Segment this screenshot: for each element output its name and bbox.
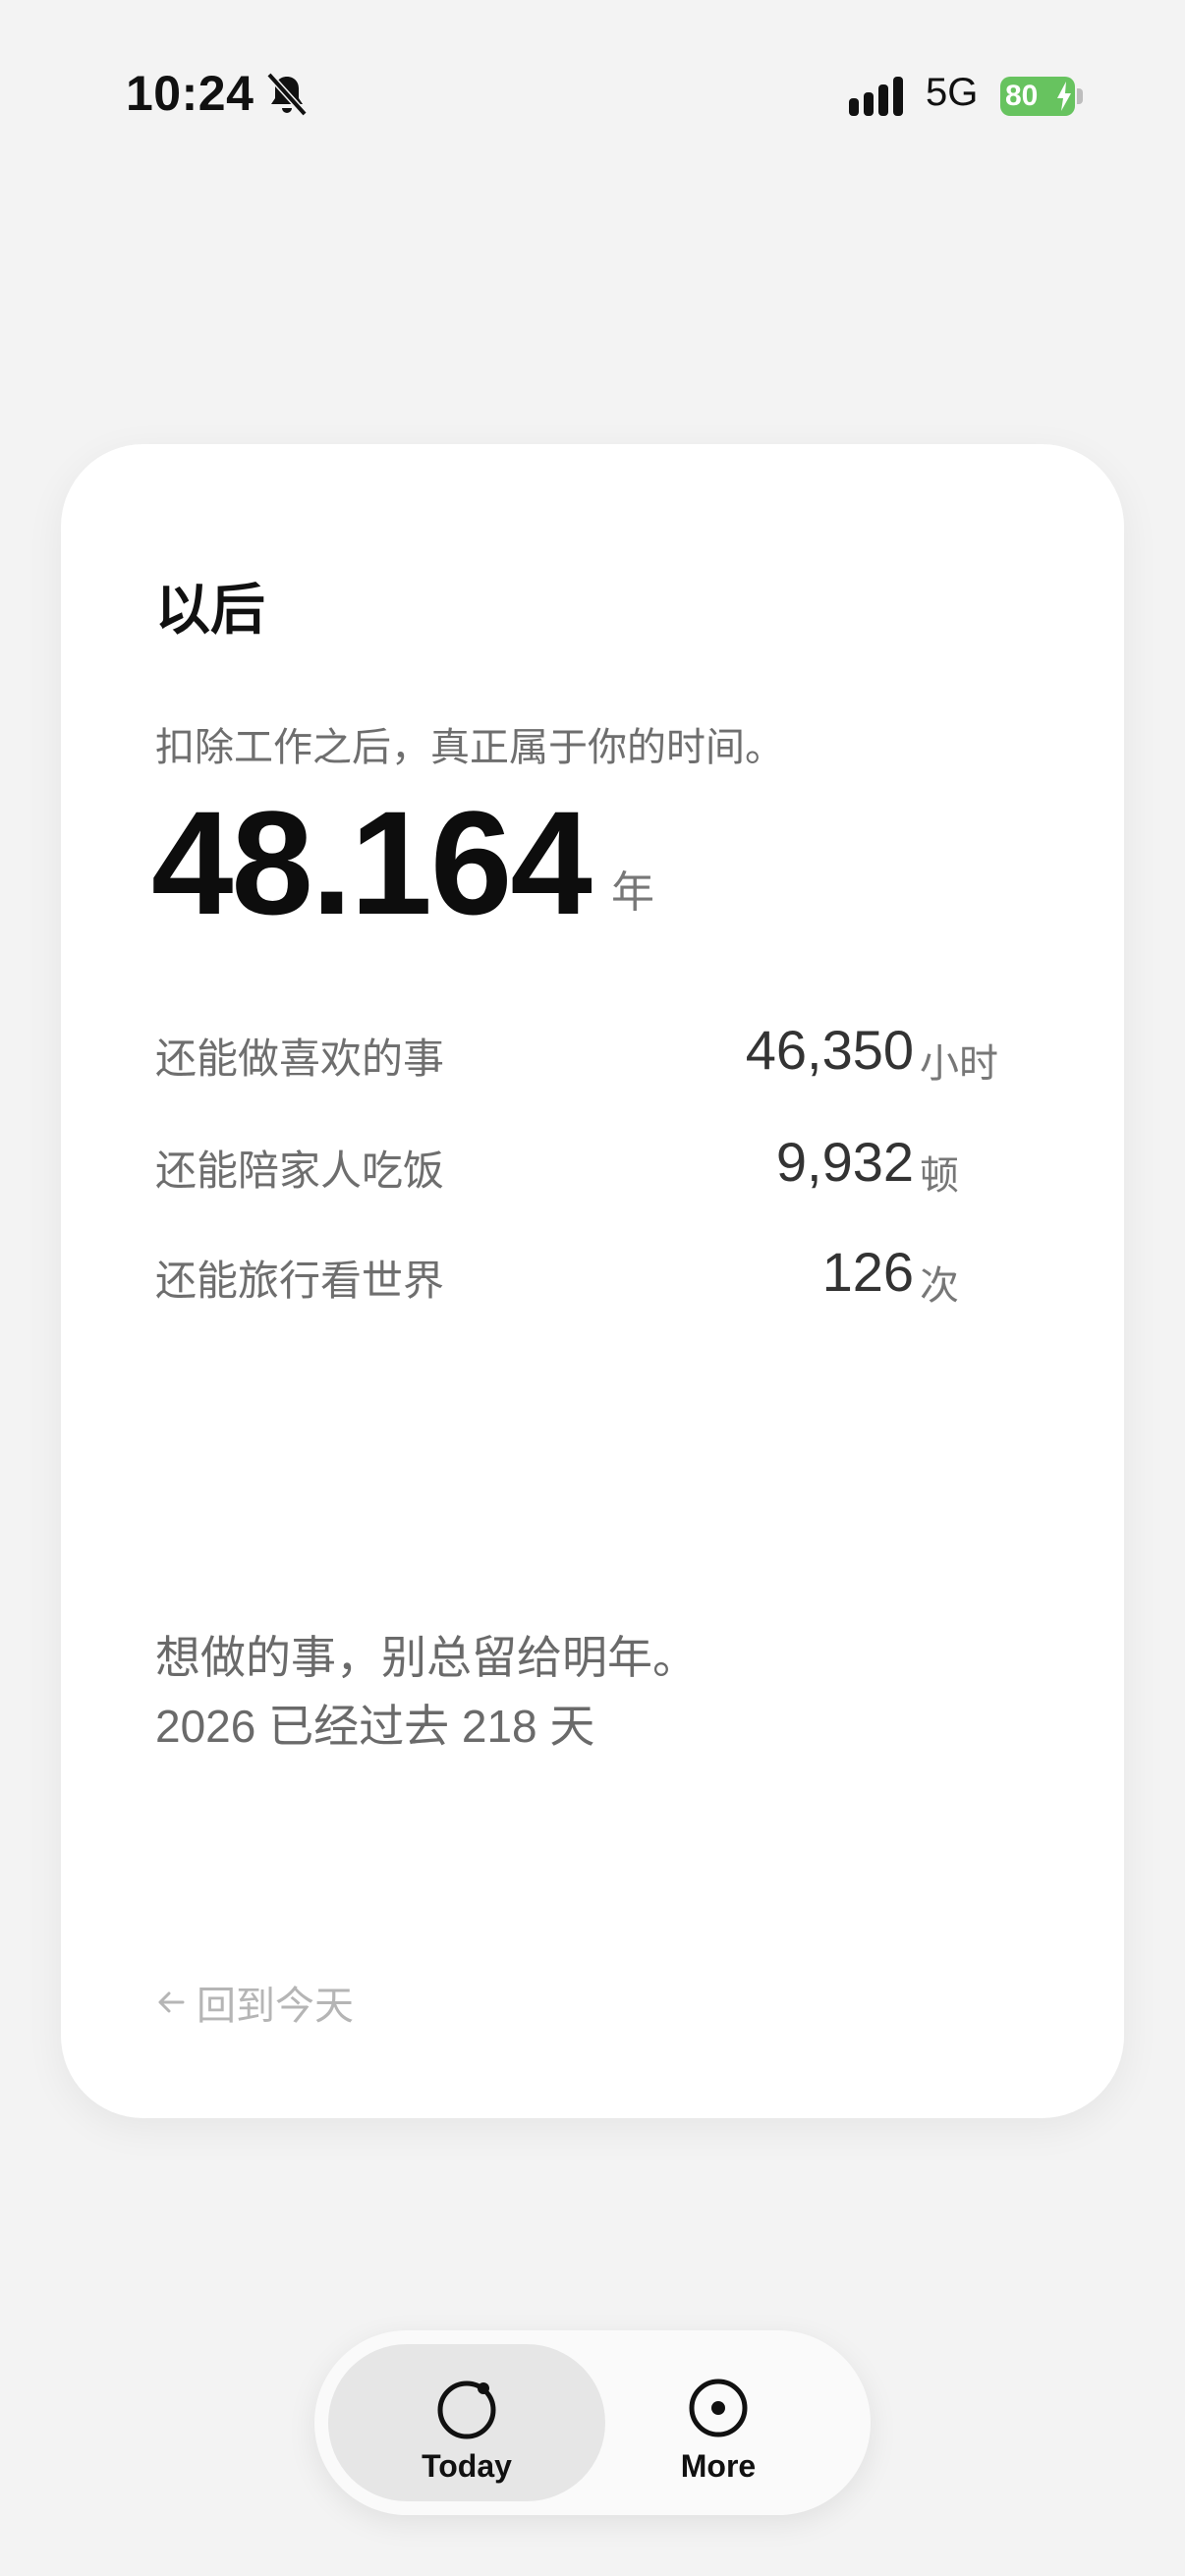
motivation-quote: 想做的事，别总留给明年。 2026 已经过去 218 天 (155, 1623, 698, 1761)
stat-row-family-meals: 还能陪家人吃饭 9,932 顿 (155, 1130, 1059, 1208)
days-passed-line: 2026 已经过去 218 天 (155, 1701, 595, 1752)
tab-label: More (680, 2448, 757, 2484)
back-to-today-link[interactable]: 回到今天 (153, 1973, 354, 2032)
card-subtitle: 扣除工作之后，真正属于你的时间。 (155, 726, 784, 769)
tab-today[interactable]: Today (328, 2344, 605, 2501)
quote-line: 想做的事，别总留给明年。 (155, 1632, 698, 1683)
battery-level: 80 (1005, 80, 1039, 112)
stat-value: 126 (821, 1241, 914, 1303)
back-link-label: 回到今天 (197, 1985, 354, 2028)
charging-bolt-icon (1057, 82, 1071, 111)
tab-label: Today (422, 2448, 512, 2484)
lifetime-card: 以后 扣除工作之后，真正属于你的时间。 48.164 年 还能做喜欢的事 46,… (61, 444, 1124, 2118)
bottom-tab-bar: Today More (314, 2330, 871, 2515)
stat-value: 46,350 (745, 1019, 914, 1081)
status-time: 10:24 (126, 66, 254, 121)
stat-label: 还能旅行看世界 (155, 1258, 445, 1304)
arrow-left-icon (158, 1991, 185, 2013)
card-title: 以后 (155, 579, 265, 641)
stat-label: 还能陪家人吃饭 (155, 1148, 445, 1194)
more-dot-circle-icon (689, 2379, 748, 2437)
stat-row-travel: 还能旅行看世界 126 次 (155, 1240, 1059, 1318)
stat-row-hobbies: 还能做喜欢的事 46,350 小时 (155, 1018, 1059, 1096)
battery-indicator: 80 (1000, 77, 1083, 116)
stat-unit: 次 (920, 1264, 959, 1308)
stat-unit: 顿 (920, 1154, 959, 1198)
tab-more[interactable]: More (580, 2344, 857, 2501)
bell-muted-icon (266, 72, 308, 117)
stat-unit: 小时 (920, 1042, 998, 1086)
remaining-years-unit: 年 (611, 868, 654, 917)
network-type: 5G (926, 71, 979, 114)
today-circle-icon (437, 2380, 496, 2439)
status-bar: 10:24 5G 80 (0, 0, 1185, 196)
stat-value: 9,932 (775, 1131, 914, 1193)
stat-label: 还能做喜欢的事 (155, 1036, 445, 1082)
cellular-signal-icon (849, 77, 903, 116)
remaining-years-value: 48.164 (151, 780, 592, 945)
